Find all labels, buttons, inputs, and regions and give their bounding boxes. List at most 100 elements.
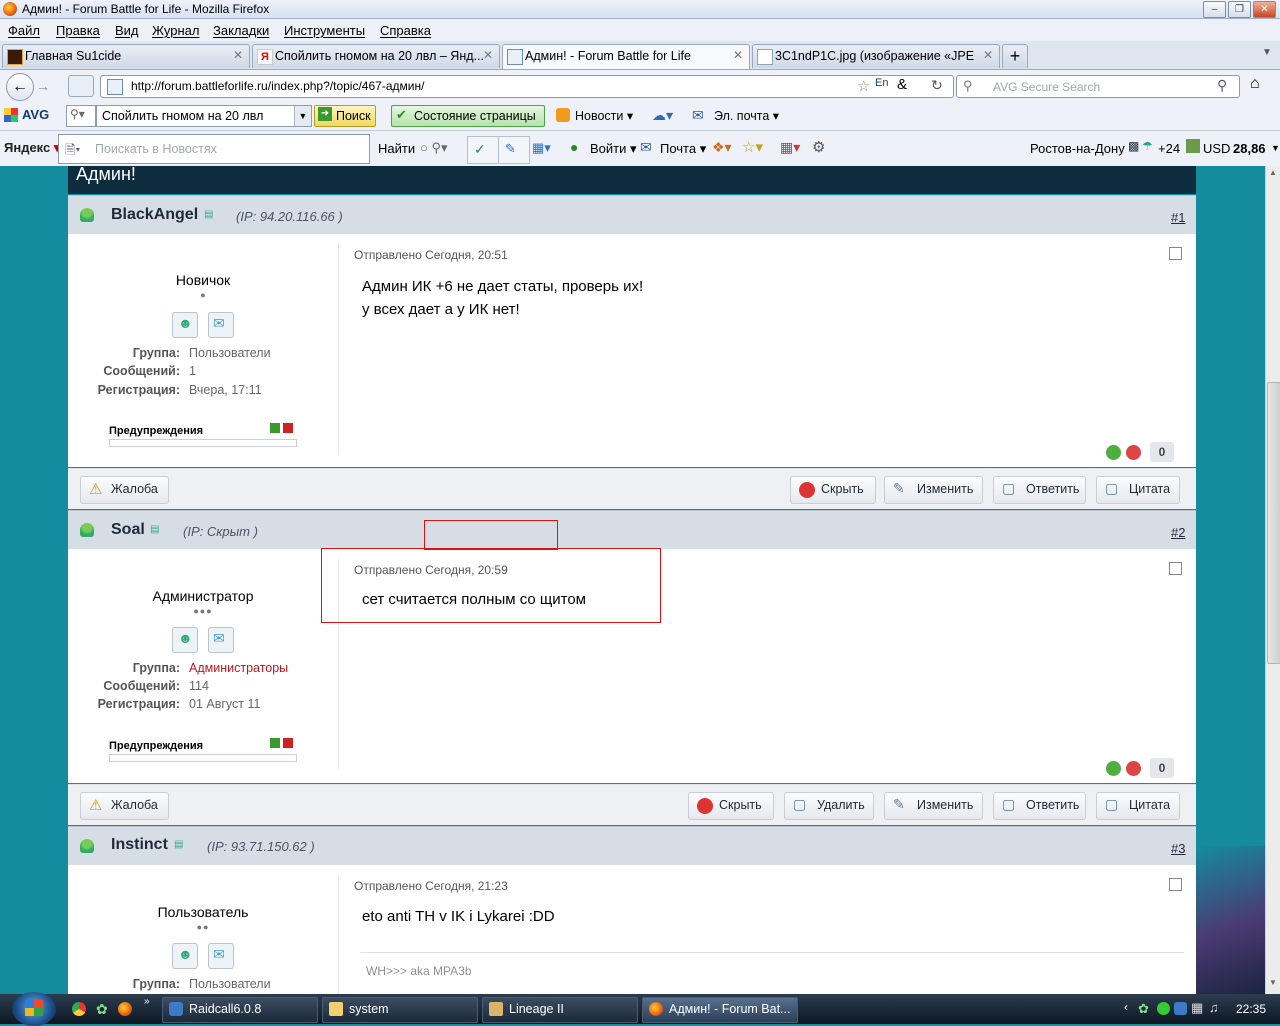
- address-bar[interactable]: http://forum.battleforlife.ru/index.php?…: [100, 75, 954, 98]
- avg-search-input[interactable]: Спойлить гномом на 20 лвл ▼: [96, 105, 312, 127]
- menu-help[interactable]: Справка: [380, 23, 431, 38]
- menu-view[interactable]: Вид: [115, 23, 139, 38]
- avg-brand[interactable]: AVG: [22, 107, 49, 122]
- profile-link-icon[interactable]: ▤: [204, 209, 213, 220]
- language-icon[interactable]: En: [875, 77, 888, 89]
- bookmarks-icon[interactable]: ▦▾: [532, 140, 551, 156]
- tab-list-icon[interactable]: ▼: [1262, 47, 1272, 58]
- view-profile-icon[interactable]: ☻: [172, 943, 198, 969]
- post-author[interactable]: BlackAngel: [111, 206, 198, 224]
- close-tab-icon[interactable]: ✕: [983, 48, 993, 62]
- maximize-button[interactable]: ❐: [1228, 1, 1251, 18]
- close-button[interactable]: ✕: [1253, 1, 1276, 18]
- scroll-down-icon[interactable]: ▼: [1267, 978, 1279, 990]
- taskbar-item-raidcall[interactable]: Raidcall6.0.8: [162, 997, 318, 1023]
- warn-increase-icon[interactable]: [283, 738, 293, 748]
- avg-mail-menu[interactable]: Эл. почта ▾: [714, 108, 779, 123]
- start-button[interactable]: [12, 992, 56, 1026]
- search-icon[interactable]: ⚲: [1217, 77, 1227, 94]
- chevron-down-icon[interactable]: ▼: [1271, 143, 1280, 153]
- favorites-star-icon[interactable]: ☆▾: [742, 138, 763, 156]
- search-engine-icon[interactable]: ⚲: [963, 78, 973, 94]
- post-author[interactable]: Instinct: [111, 836, 168, 854]
- tray-raidcall-icon[interactable]: [1174, 1002, 1187, 1015]
- send-message-icon[interactable]: ✉: [208, 627, 234, 653]
- view-profile-icon[interactable]: ☻: [172, 627, 198, 653]
- reload-icon[interactable]: ↻: [931, 77, 943, 94]
- dropdown-arrow-icon[interactable]: ▼: [294, 106, 311, 126]
- send-message-icon[interactable]: ✉: [208, 943, 234, 969]
- close-tab-icon[interactable]: ✕: [733, 48, 743, 62]
- post-number-link[interactable]: #1: [1171, 210, 1185, 225]
- bookmark-star-icon[interactable]: ☆: [857, 77, 870, 95]
- rep-up-icon[interactable]: [1106, 445, 1121, 460]
- select-post-checkbox[interactable]: [1169, 878, 1182, 891]
- select-post-checkbox[interactable]: [1169, 562, 1182, 575]
- edit-button[interactable]: ✎ Изменить: [884, 476, 983, 504]
- menu-history[interactable]: Журнал: [152, 23, 199, 38]
- close-tab-icon[interactable]: ✕: [483, 48, 493, 62]
- post-number-link[interactable]: #2: [1171, 525, 1185, 540]
- quick-launch-icon[interactable]: ✿: [96, 1001, 108, 1018]
- rep-down-icon[interactable]: [1126, 445, 1141, 460]
- page-scrollbar[interactable]: ▲ ▼: [1265, 166, 1280, 994]
- volume-icon[interactable]: ♫: [1209, 1000, 1219, 1015]
- rep-down-icon[interactable]: [1126, 761, 1141, 776]
- clock[interactable]: 22:35: [1236, 1002, 1266, 1016]
- post-author[interactable]: Soal: [111, 521, 145, 539]
- menu-file[interactable]: Файл: [8, 23, 40, 38]
- edit-button[interactable]: ✎ Изменить: [884, 792, 983, 820]
- tab-image[interactable]: 3C1ndP1C.jpg (изображение «JPE... ✕: [752, 44, 1000, 68]
- warn-decrease-icon[interactable]: [270, 738, 280, 748]
- report-button[interactable]: ⚠ Жалоба: [80, 792, 169, 820]
- weather-city[interactable]: Ростов-на-Дону: [1030, 141, 1125, 156]
- scroll-thumb[interactable]: [1267, 382, 1280, 664]
- yandex-search-input[interactable]: 🗎▾ Поискать в Новостях: [58, 134, 370, 164]
- taskbar-item-firefox-active[interactable]: Админ! - Forum Bat...: [642, 997, 798, 1023]
- minimize-button[interactable]: –: [1203, 1, 1226, 18]
- menu-tools[interactable]: Инструменты: [284, 23, 365, 38]
- report-button[interactable]: ⚠ Жалоба: [80, 476, 169, 504]
- weather-icon[interactable]: ☁▾: [652, 107, 673, 124]
- tab-yandex[interactable]: Я Спойлить гномом на 20 лвл – Янд... ✕: [252, 44, 500, 68]
- yandex-mail-menu[interactable]: Почта ▾: [660, 141, 706, 157]
- reply-button[interactable]: ▢ Ответить: [993, 476, 1086, 504]
- tray-app-icon[interactable]: ✿: [1138, 1001, 1149, 1017]
- market-icon[interactable]: ❖▾: [712, 139, 732, 156]
- profile-link-icon[interactable]: ▤: [150, 524, 159, 535]
- chrome-icon[interactable]: [72, 1002, 86, 1016]
- quote-button[interactable]: ▢ Цитата: [1096, 476, 1180, 504]
- quote-button[interactable]: ▢ Цитата: [1096, 792, 1180, 820]
- site-identity-icon[interactable]: [107, 79, 123, 95]
- page-status-button[interactable]: ✔ Состояние страницы: [391, 105, 545, 127]
- spellcheck-icon[interactable]: ✓: [467, 136, 499, 164]
- menu-bookmarks[interactable]: Закладки: [213, 23, 269, 38]
- send-message-icon[interactable]: ✉: [208, 312, 234, 338]
- widgets-icon[interactable]: ▦▾: [780, 139, 800, 156]
- select-post-checkbox[interactable]: [1169, 247, 1182, 260]
- avg-news-menu[interactable]: Новости ▾: [575, 108, 633, 123]
- new-tab-button[interactable]: +: [1002, 44, 1028, 68]
- back-button[interactable]: ←: [6, 73, 34, 101]
- yandex-login-menu[interactable]: Войти ▾: [590, 141, 637, 157]
- warn-increase-icon[interactable]: [283, 423, 293, 433]
- yandex-menu[interactable]: Яндекс ▾: [4, 140, 60, 156]
- scroll-up-icon[interactable]: ▲: [1267, 168, 1279, 180]
- home-page-icon[interactable]: [68, 75, 94, 97]
- speech-bubble-icon[interactable]: ○ ⚲▾: [420, 140, 448, 156]
- warn-decrease-icon[interactable]: [270, 423, 280, 433]
- home-icon[interactable]: ⌂: [1250, 75, 1260, 93]
- ampersand-icon[interactable]: &: [897, 76, 907, 93]
- forward-button[interactable]: →: [36, 78, 50, 94]
- profile-link-icon[interactable]: ▤: [174, 839, 183, 850]
- close-tab-icon[interactable]: ✕: [233, 48, 243, 62]
- translate-icon[interactable]: ✎: [498, 136, 530, 164]
- firefox-quick-icon[interactable]: [118, 1002, 132, 1016]
- hide-button[interactable]: Скрыть: [790, 476, 876, 504]
- post-number-link[interactable]: #3: [1171, 841, 1185, 856]
- search-box[interactable]: ⚲ AVG Secure Search ⚲: [956, 75, 1240, 98]
- rep-up-icon[interactable]: [1106, 761, 1121, 776]
- view-profile-icon[interactable]: ☻: [172, 312, 198, 338]
- avg-search-button[interactable]: ➜ Поиск: [314, 105, 376, 127]
- more-icons-chevron-icon[interactable]: »: [144, 996, 150, 1007]
